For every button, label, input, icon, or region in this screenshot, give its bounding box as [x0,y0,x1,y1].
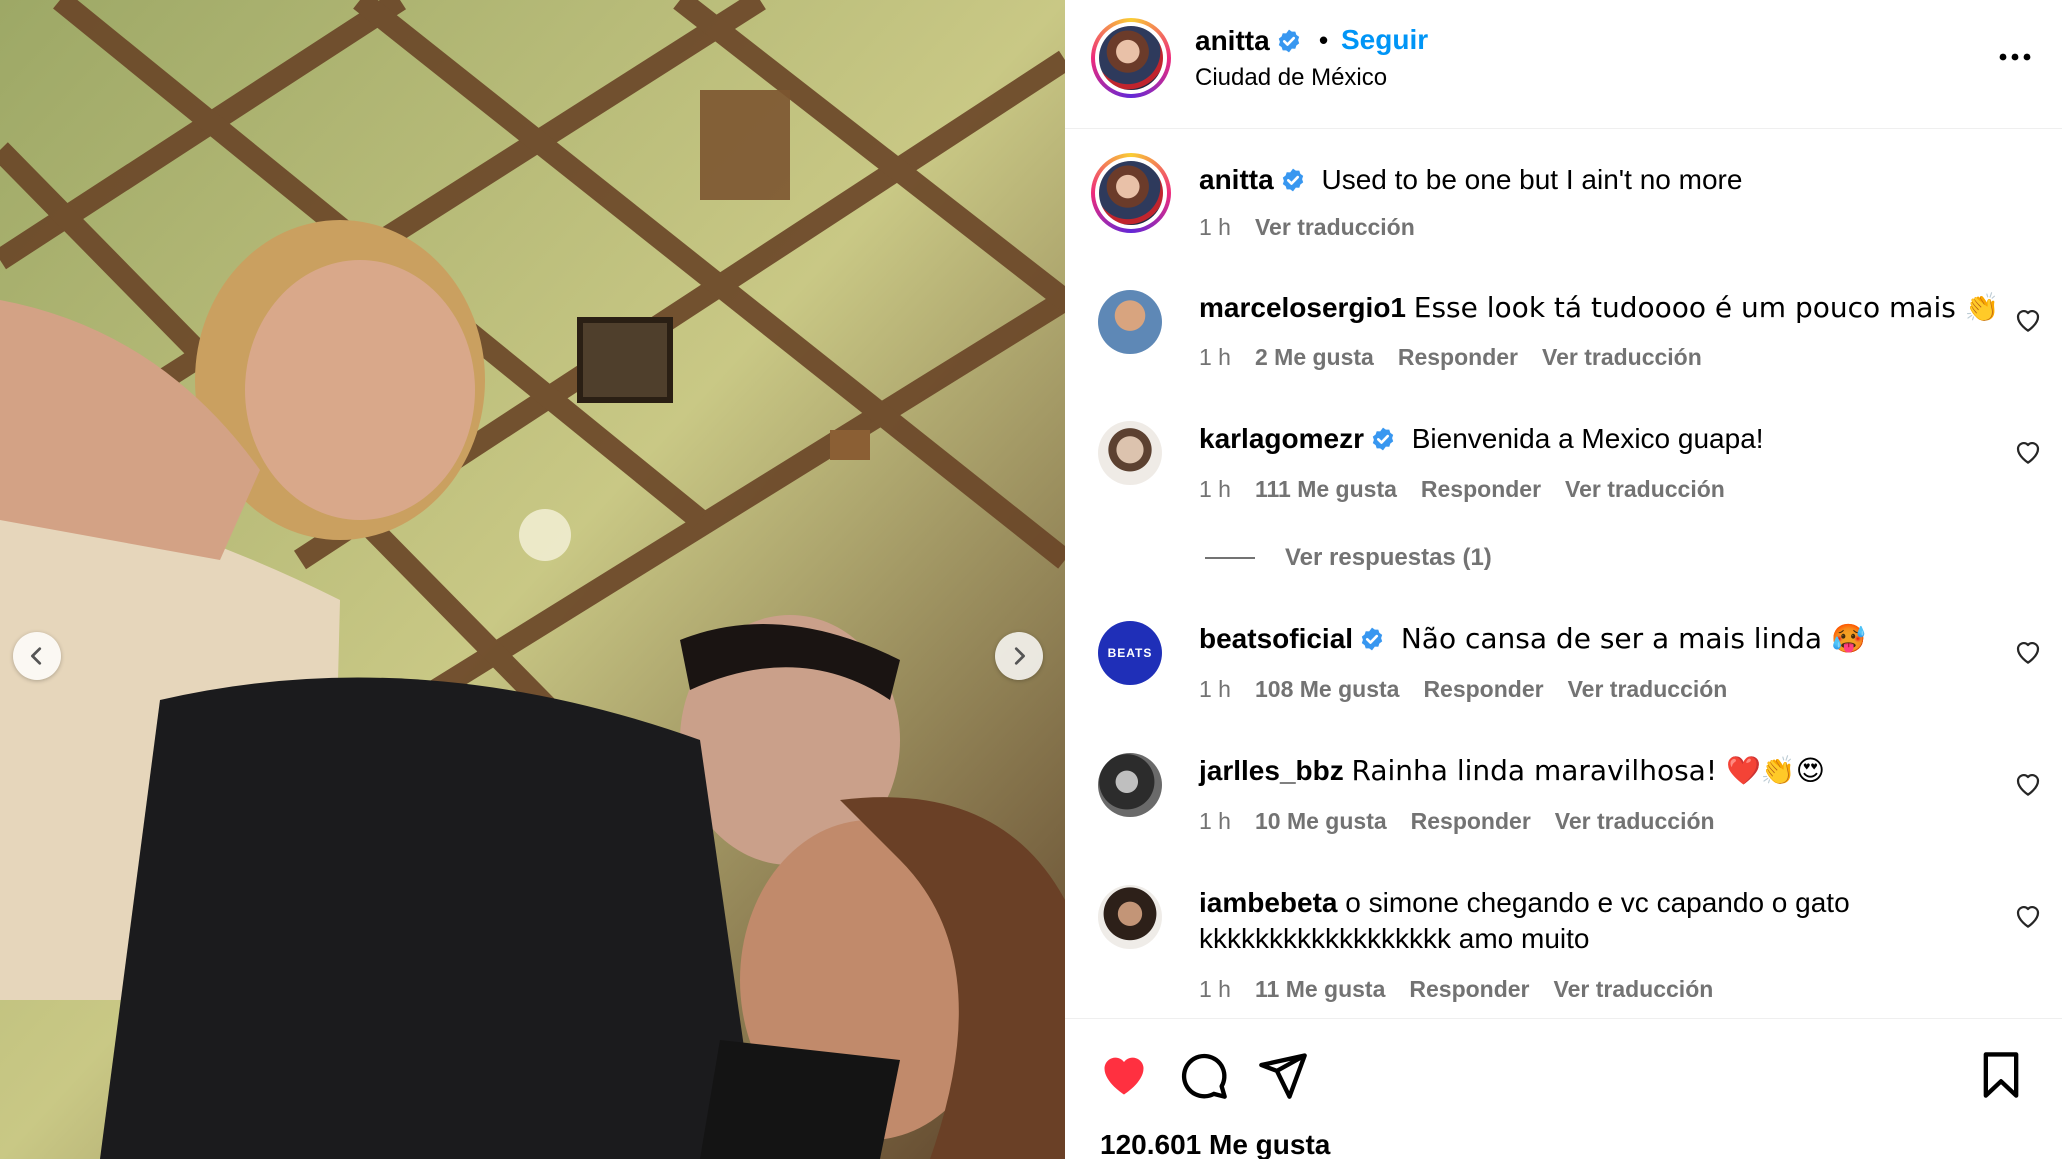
verified-badge-icon [1278,29,1299,53]
comment-likes[interactable]: 10 Me gusta [1255,808,1387,835]
likes-count[interactable]: 120.601 Me gusta [1100,1129,1330,1159]
comment-username[interactable]: beatsoficial [1199,623,1353,654]
comment-username[interactable]: jarlles_bbz [1199,755,1344,786]
caption-text: Used to be one but I ain't no more [1321,164,1743,195]
comment-meta: 1 h 10 Me gusta Responder Ver traducción [1199,808,1739,835]
post-side-panel: anitta • Seguir Ciudad de México anitta … [1065,0,2062,1159]
comment-likes[interactable]: 111 Me gusta [1255,476,1397,503]
post-photo [0,0,1065,1159]
heart-icon[interactable] [2013,769,2043,799]
comment-username[interactable]: marcelosergio1 [1199,292,1406,323]
caption-time[interactable]: 1 h [1199,214,1231,241]
caption-line: anitta Used to be one but I ain't no mor… [1199,162,1742,198]
comment-reply-button[interactable]: Responder [1409,976,1529,1003]
comment-time[interactable]: 1 h [1199,344,1231,371]
post-header: anitta • Seguir Ciudad de México [1065,0,2062,129]
comment-likes[interactable]: 2 Me gusta [1255,344,1374,371]
carousel-next-button[interactable] [995,632,1043,680]
comment-avatar[interactable] [1098,885,1162,949]
comment-icon[interactable] [1177,1049,1229,1101]
heart-icon[interactable] [2013,437,2043,467]
comment-reply-button[interactable]: Responder [1411,808,1531,835]
comment-avatar[interactable] [1098,753,1162,817]
like-heart-icon[interactable] [1098,1049,1150,1101]
comment-time[interactable]: 1 h [1199,476,1231,503]
share-icon[interactable] [1257,1049,1309,1101]
comment-likes[interactable]: 11 Me gusta [1255,976,1385,1003]
comment-meta: 1 h 2 Me gusta Responder Ver traducción [1199,344,1726,371]
caption-meta: 1 h Ver traducción [1199,214,1439,241]
carousel-prev-button[interactable] [13,632,61,680]
comment-translate-link[interactable]: Ver traducción [1568,676,1728,703]
comment-likes[interactable]: 108 Me gusta [1255,676,1399,703]
beats-logo-text: BEATS [1107,646,1153,660]
verified-badge-icon [1282,168,1303,192]
comment-reply-button[interactable]: Responder [1398,344,1518,371]
comment-translate-link[interactable]: Ver traducción [1555,808,1715,835]
author-avatar[interactable] [1091,18,1171,98]
chevron-right-icon [1014,647,1025,665]
photo-background [0,0,1065,1159]
heart-icon[interactable] [2013,305,2043,335]
comment-time[interactable]: 1 h [1199,976,1231,1003]
heart-icon[interactable] [2013,901,2043,931]
comment-avatar[interactable] [1098,290,1162,354]
verified-badge-icon [1372,427,1394,451]
caption-translate-link[interactable]: Ver traducción [1255,214,1415,241]
caption-author-avatar[interactable] [1091,153,1171,233]
comment-reply-button[interactable]: Responder [1423,676,1543,703]
comment-text: Não cansa de ser a mais linda 🥵 [1400,622,1866,655]
comment-text: Bienvenida a Mexico guapa! [1411,423,1764,454]
view-replies-label: Ver respuestas (1) [1285,544,1492,571]
comment-time[interactable]: 1 h [1199,676,1231,703]
comment-meta: 1 h 11 Me gusta Responder Ver traducción [1199,976,1737,1003]
more-horizontal-icon[interactable] [1995,42,2035,72]
post-location[interactable]: Ciudad de México [1195,64,1387,92]
caption-username[interactable]: anitta [1199,164,1274,195]
comment-meta: 1 h 111 Me gusta Responder Ver traducció… [1199,476,1749,503]
author-username[interactable]: anitta [1195,25,1270,56]
comment-text: o simone chegando e vc capando o gato [1345,887,1850,918]
header-separator: • [1319,25,1329,55]
comment-username[interactable]: iambebeta [1199,887,1338,918]
comment-translate-link[interactable]: Ver traducción [1542,344,1702,371]
bookmark-icon[interactable] [1975,1049,2027,1101]
comment-username[interactable]: karlagomezr [1199,423,1364,454]
comment-text: Esse look tá tudoooo é um pouco mais 👏 [1413,291,2000,324]
comment-line: karlagomezr Bienvenida a Mexico guapa! [1199,421,1764,457]
comment-avatar[interactable] [1098,421,1162,485]
comment-avatar[interactable]: BEATS [1098,621,1162,685]
comment-text-continued: kkkkkkkkkkkkkkkkkk amo muito [1199,923,1590,954]
verified-badge-icon [1361,627,1383,651]
comment-reply-button[interactable]: Responder [1421,476,1541,503]
comment-text: Rainha linda maravilhosa! ❤️👏😍 [1351,754,1825,787]
comment-line: jarlles_bbz Rainha linda maravilhosa! ❤️… [1199,753,1825,789]
replies-divider [1205,557,1255,559]
comment-translate-link[interactable]: Ver traducción [1554,976,1714,1003]
post-action-bar: 120.601 Me gusta [1065,1018,2062,1159]
comment-line: marcelosergio1 Esse look tá tudoooo é um… [1199,290,2000,326]
comment-line: beatsoficial Não cansa de ser a mais lin… [1199,621,1866,657]
comment-meta: 1 h 108 Me gusta Responder Ver traducció… [1199,676,1751,703]
comment-translate-link[interactable]: Ver traducción [1565,476,1725,503]
view-replies-button[interactable]: Ver respuestas (1) [1205,544,1492,572]
comment-time[interactable]: 1 h [1199,808,1231,835]
follow-button[interactable]: Seguir [1341,24,1428,56]
comment-line: iambebeta o simone chegando e vc capando… [1199,885,1850,921]
chevron-left-icon [31,647,42,665]
heart-icon[interactable] [2013,637,2043,667]
